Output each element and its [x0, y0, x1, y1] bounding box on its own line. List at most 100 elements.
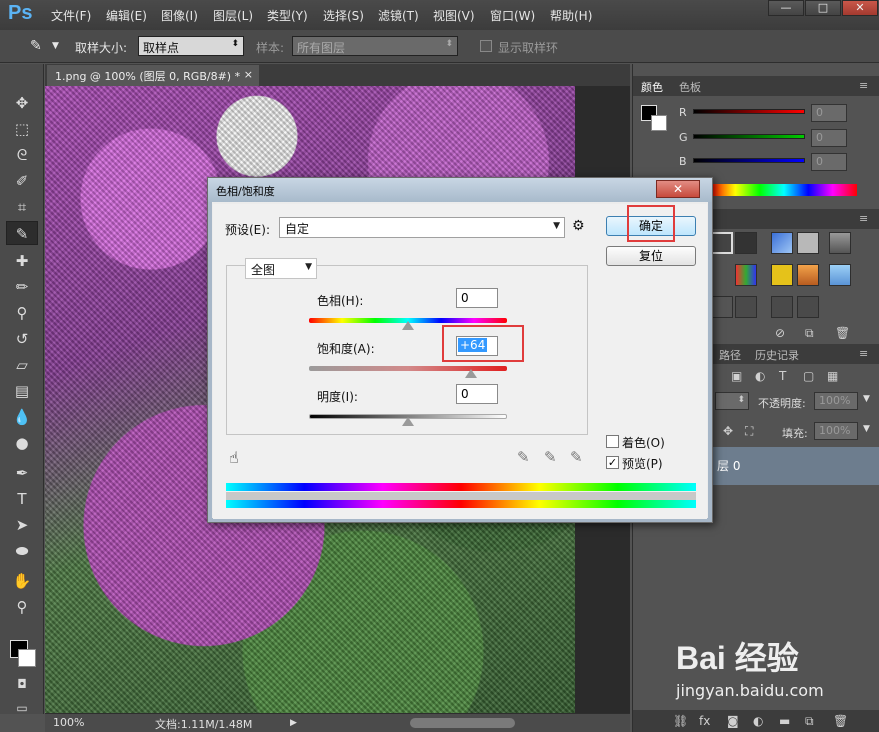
opacity-dropdown-icon[interactable]: ▼ [863, 394, 870, 404]
adjustment-vibrance-icon[interactable] [829, 232, 851, 254]
tab-swatches[interactable]: 色板 [679, 79, 701, 95]
blur-tool-icon[interactable]: 💧 [6, 405, 38, 429]
blend-mode-select[interactable]: ⬍ [715, 392, 749, 410]
fill-dropdown-icon[interactable]: ▼ [863, 424, 870, 434]
red-slider[interactable] [693, 109, 805, 114]
adjustment-curves-icon[interactable] [771, 232, 793, 254]
zoom-level[interactable]: 100% [53, 716, 84, 729]
preset-options-gear-icon[interactable]: ⚙ [572, 218, 585, 234]
tab-color[interactable]: 颜色 [641, 79, 663, 95]
green-value[interactable]: 0 [811, 129, 847, 147]
brush-tool-icon[interactable]: ✏ [6, 275, 38, 299]
quick-mask-icon[interactable]: ◘ [6, 672, 38, 696]
eraser-tool-icon[interactable]: ▱ [6, 353, 38, 377]
blue-value[interactable]: 0 [811, 153, 847, 171]
sample-size-select[interactable]: 取样点 ⬍ [138, 36, 244, 56]
crop-tool-icon[interactable]: ⌗ [6, 195, 38, 219]
horizontal-scrollbar[interactable] [410, 718, 515, 728]
menu-layer[interactable]: 图层(L) [213, 7, 253, 24]
filter-type-icon[interactable]: T [779, 369, 786, 383]
lightness-input[interactable]: 0 [456, 384, 498, 404]
menu-edit[interactable]: 编辑(E) [106, 7, 147, 24]
type-tool-icon[interactable]: T [6, 487, 38, 511]
panel-menu-icon[interactable]: ≡ [859, 347, 868, 360]
menu-view[interactable]: 视图(V) [433, 7, 475, 24]
history-brush-tool-icon[interactable]: ↺ [6, 327, 38, 351]
lasso-tool-icon[interactable]: ᘓ [6, 143, 38, 167]
show-ring-checkbox[interactable] [480, 40, 492, 52]
close-tab-icon[interactable]: × [244, 68, 253, 81]
adjustment-threshold-icon[interactable] [771, 296, 793, 318]
adjustment-exposure-icon[interactable] [797, 232, 819, 254]
dialog-titlebar[interactable]: 色相/饱和度 ✕ [208, 178, 712, 202]
layer-row[interactable]: 层 0 [713, 447, 879, 485]
new-group-icon[interactable]: ▬ [779, 714, 790, 728]
eyedropper-add-icon[interactable]: ✎ [544, 448, 557, 466]
document-tab[interactable]: 1.png @ 100% (图层 0, RGB/8#) * × [47, 65, 259, 86]
quick-select-tool-icon[interactable]: ✐ [6, 169, 38, 193]
filter-shape-icon[interactable]: ▢ [803, 369, 814, 383]
path-select-tool-icon[interactable]: ➤ [6, 513, 38, 537]
menu-filter[interactable]: 滤镜(T) [378, 7, 419, 24]
on-image-adjust-hand-icon[interactable]: ☝ [229, 448, 239, 467]
blue-slider[interactable] [693, 158, 805, 163]
eyedropper-icon[interactable]: ✎ [517, 448, 530, 466]
dodge-tool-icon[interactable]: ● [6, 431, 38, 455]
tab-history[interactable]: 历史记录 [755, 347, 799, 363]
hue-input[interactable]: 0 [456, 288, 498, 308]
adjustment-levels-icon[interactable] [735, 232, 757, 254]
sample-select[interactable]: 所有图层 ⬍ [292, 36, 458, 56]
reset-button[interactable]: 复位 [606, 246, 696, 266]
hand-tool-icon[interactable]: ✋ [6, 569, 38, 593]
channel-select[interactable]: 全图 ▼ [245, 258, 317, 279]
adjustment-color-balance-icon[interactable] [771, 264, 793, 286]
lock-artboard-icon[interactable]: ⛶ [745, 424, 753, 439]
background-color-swatch[interactable] [18, 649, 36, 667]
adjustment-brightness-icon[interactable] [711, 232, 733, 254]
preset-select[interactable]: 自定 ▼ [279, 217, 565, 238]
new-adjustment-icon[interactable]: ⧉ [805, 326, 814, 341]
menu-type[interactable]: 类型(Y) [267, 7, 308, 24]
marquee-tool-icon[interactable]: ⬚ [6, 117, 38, 141]
opacity-value[interactable]: 100% [814, 392, 858, 410]
zoom-tool-icon[interactable]: ⚲ [6, 595, 38, 619]
red-value[interactable]: 0 [811, 104, 847, 122]
status-menu-arrow-icon[interactable]: ▶ [290, 718, 297, 728]
color-bg-swatch[interactable] [651, 115, 667, 131]
adjustment-bw-icon[interactable] [797, 264, 819, 286]
link-layers-icon[interactable]: ⛓ [673, 714, 688, 728]
fill-value[interactable]: 100% [814, 422, 858, 440]
saturation-slider-thumb[interactable] [465, 369, 478, 378]
filter-smart-icon[interactable]: ▦ [827, 369, 838, 383]
adjustment-invert-icon[interactable] [711, 296, 733, 318]
tab-paths[interactable]: 路径 [719, 347, 741, 363]
menu-file[interactable]: 文件(F) [51, 7, 91, 24]
eyedropper-subtract-icon[interactable]: ✎ [570, 448, 583, 466]
new-fill-layer-icon[interactable]: ◐ [753, 714, 763, 728]
menu-help[interactable]: 帮助(H) [550, 7, 592, 24]
adjustment-photo-filter-icon[interactable] [829, 264, 851, 286]
panel-menu-icon[interactable]: ≡ [859, 79, 868, 92]
screen-mode-icon[interactable]: ▭ [6, 696, 38, 720]
move-tool-icon[interactable]: ✥ [6, 91, 38, 115]
maximize-button[interactable]: □ [805, 0, 841, 16]
hue-slider-thumb[interactable] [402, 321, 414, 330]
menu-image[interactable]: 图像(I) [161, 7, 198, 24]
color-spectrum-ramp[interactable] [711, 184, 857, 196]
tool-preset-chevron-icon[interactable]: ▼ [52, 41, 59, 51]
trash-icon[interactable]: 🗑 [835, 326, 850, 340]
minimize-button[interactable]: — [768, 0, 804, 16]
adjustment-posterize-icon[interactable] [735, 296, 757, 318]
eyedropper-tool-icon[interactable]: ✎ [6, 221, 38, 245]
colorize-checkbox[interactable] [606, 435, 619, 448]
menu-select[interactable]: 选择(S) [323, 7, 364, 24]
add-mask-icon[interactable]: ◙ [727, 714, 739, 728]
ellipse-tool-icon[interactable]: ⬬ [6, 539, 38, 563]
eyedropper-icon[interactable]: ✎ [30, 38, 42, 54]
healing-brush-tool-icon[interactable]: ✚ [6, 249, 38, 273]
menu-window[interactable]: 窗口(W) [490, 7, 535, 24]
clone-stamp-tool-icon[interactable]: ⚲ [6, 301, 38, 325]
filter-image-icon[interactable]: ▣ [731, 369, 742, 383]
preview-checkbox[interactable]: ✓ [606, 456, 619, 469]
fx-icon[interactable]: fx [699, 714, 710, 728]
